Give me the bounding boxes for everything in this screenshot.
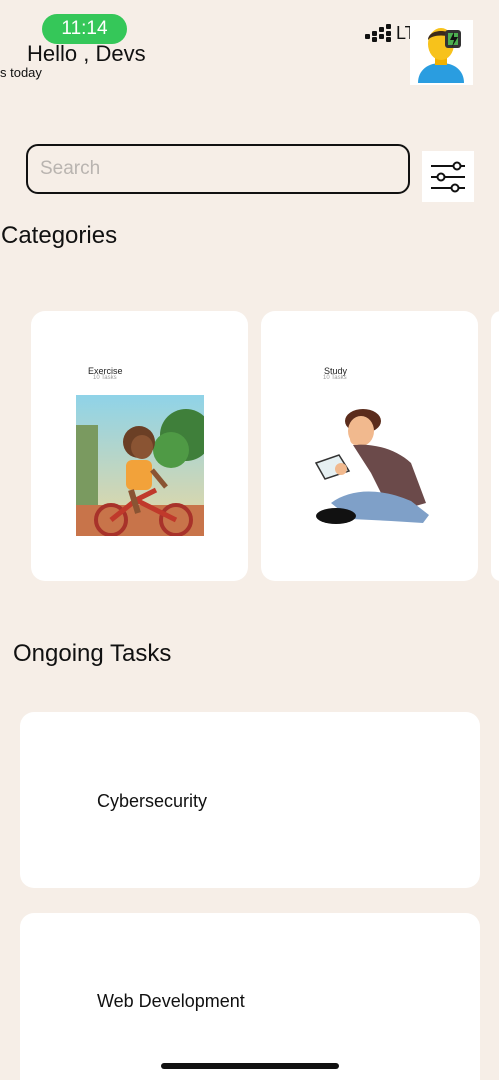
category-card-partial[interactable]	[491, 311, 499, 581]
home-indicator[interactable]	[161, 1063, 339, 1069]
task-title: Cybersecurity	[97, 791, 208, 811]
tasks-today-subtitle: sks today	[0, 65, 42, 80]
category-count: 10 Tasks	[93, 375, 117, 381]
greeting-text: Hello , Devs	[27, 41, 146, 66]
sliders-icon	[431, 161, 465, 192]
status-time: 11:14	[42, 14, 127, 44]
man-reading-book-illustration	[311, 403, 431, 531]
user-avatar-icon[interactable]	[410, 20, 473, 85]
filter-button[interactable]	[422, 151, 474, 202]
ongoing-tasks-heading: Ongoing Tasks	[13, 640, 172, 667]
categories-heading: Categories	[1, 222, 118, 249]
boy-on-bicycle-illustration	[76, 395, 212, 537]
category-card-study[interactable]: Study 10 Tasks	[261, 311, 478, 581]
category-card-exercise[interactable]: Exercise 10 Tasks	[31, 311, 248, 581]
task-card-web-development[interactable]: Web Development	[20, 913, 480, 1080]
app-screen: 11:14 LTE ⚡ Hello , Devs sks today	[0, 0, 499, 1080]
signal-icon	[365, 24, 391, 42]
category-count: 10 Tasks	[323, 375, 347, 381]
task-card-cybersecurity[interactable]: Cybersecurity	[20, 712, 480, 888]
search-input[interactable]	[26, 144, 410, 194]
task-title: Web Development	[97, 991, 245, 1011]
